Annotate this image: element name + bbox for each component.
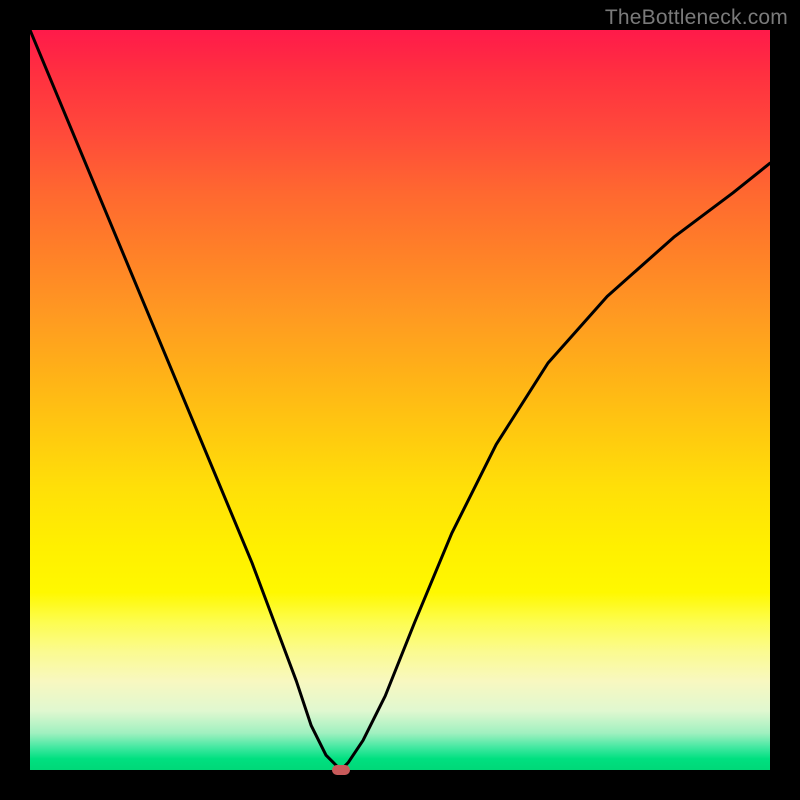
bottleneck-curve [30,30,770,770]
chart-plot-area [30,30,770,770]
watermark-text: TheBottleneck.com [605,6,788,30]
optimal-point-marker [332,765,350,775]
